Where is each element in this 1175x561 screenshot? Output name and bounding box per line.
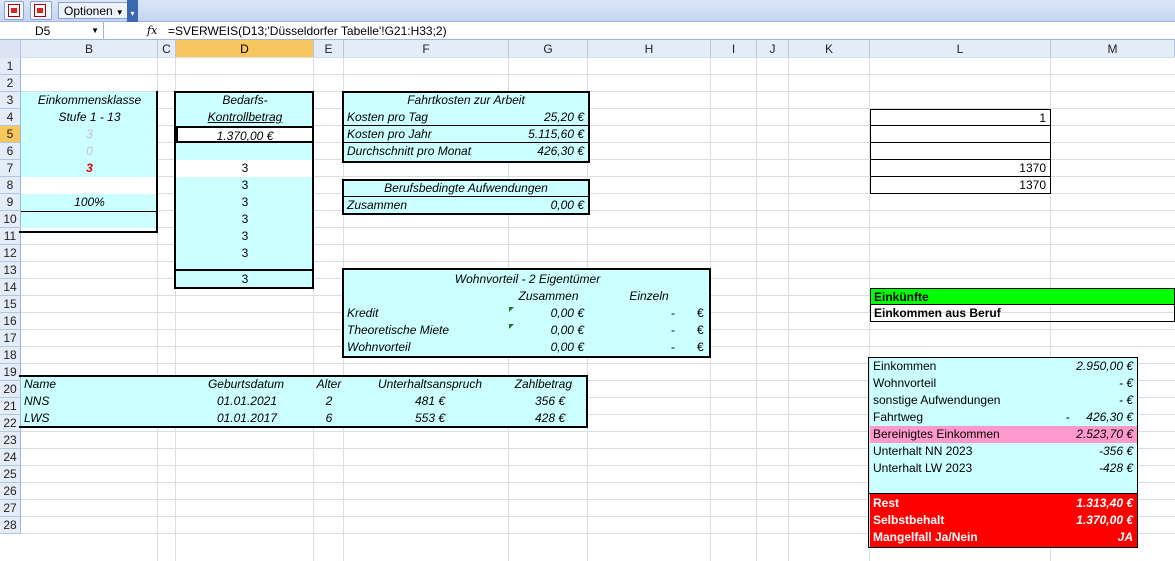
wohnvorteil-border [342,268,711,358]
pdf-button[interactable] [4,1,24,20]
row-header-25[interactable]: 25 [0,466,21,483]
row-header-24[interactable]: 24 [0,449,21,466]
einkommensklasse-divider [21,211,158,212]
column-header-h[interactable]: H [588,40,711,58]
column-header-c[interactable]: C [158,40,176,58]
row-header-18[interactable]: 18 [0,347,21,364]
row-header-15[interactable]: 15 [0,296,21,313]
l8-cell[interactable]: 1370 [870,177,1051,194]
row-header-13[interactable]: 13 [0,262,21,279]
row-header-2[interactable]: 2 [0,75,21,92]
name-box[interactable]: D5 ▼ [0,22,104,40]
column-header-m[interactable]: M [1051,40,1175,58]
row-header-23[interactable]: 23 [0,432,21,449]
l7-cell[interactable]: 1370 [870,160,1051,177]
row-header-8[interactable]: 8 [0,177,21,194]
row-header-16[interactable]: 16 [0,313,21,330]
gridline-row [21,74,1175,75]
pdf-settings-button[interactable] [30,1,52,20]
berufsbedingt-rule [344,196,588,197]
row-header-20[interactable]: 20 [0,381,21,398]
row-header-5[interactable]: 5 [0,126,21,143]
row-header-27[interactable]: 27 [0,500,21,517]
formula-bar: D5 ▼ fx =SVERWEIS(D13;'Düsseldorfer Tabel… [0,22,1175,40]
spreadsheet-window: { "toolbar":{"options_label":"Optionen",… [0,0,1175,561]
function-icon[interactable]: fx [147,22,157,40]
column-header-i[interactable]: I [711,40,757,58]
fahrtkosten-rule-1 [344,125,588,126]
column-header-l[interactable]: L [870,40,1051,58]
row-header-19[interactable]: 19 [0,364,21,381]
result-border [868,493,1138,548]
row-header-12[interactable]: 12 [0,245,21,262]
row-header-4[interactable]: 4 [0,109,21,126]
einkuenfte-header[interactable]: Einkünfte [870,288,1175,305]
row-header-1[interactable]: 1 [0,58,21,75]
name-box-value: D5 [35,24,51,38]
row-header-22[interactable]: 22 [0,415,21,432]
column-header-f[interactable]: F [344,40,509,58]
column-header-g[interactable]: G [509,40,588,58]
gridline-column [756,58,757,561]
pdf-icon [8,4,20,17]
row-header-9[interactable]: 9 [0,194,21,211]
row-header-10[interactable]: 10 [0,211,21,228]
row-header-26[interactable]: 26 [0,483,21,500]
summary-border [868,357,1138,495]
kinder-border [19,375,588,428]
select-all-corner[interactable] [0,40,21,58]
pdf-settings-icon [34,4,46,17]
fahrtkosten-border [342,91,590,163]
row-header-6[interactable]: 6 [0,143,21,160]
chevron-down-icon[interactable]: ▼ [91,22,99,40]
einkuenfte-subtitle[interactable]: Einkommen aus Beruf [870,305,1175,322]
l5-cell[interactable] [870,126,1051,143]
row-header-28[interactable]: 28 [0,517,21,534]
column-header-b[interactable]: B [21,40,158,58]
gridline-row [21,57,1175,58]
column-header-e[interactable]: E [314,40,344,58]
gridline-column [788,58,789,561]
options-label: Optionen [64,4,113,18]
row-header-7[interactable]: 7 [0,160,21,177]
toolbar-overflow-button[interactable]: ▾ [127,0,138,22]
toolbar: Optionen ▼ ▾ [0,0,1175,22]
column-header-d[interactable]: D [176,40,314,58]
row-header-17[interactable]: 17 [0,330,21,347]
formula-input[interactable]: =SVERWEIS(D13;'Düsseldorfer Tabelle'!G21… [168,22,447,40]
row-header-14[interactable]: 14 [0,279,21,296]
l4-cell[interactable]: 1 [870,109,1051,126]
column-header-j[interactable]: J [757,40,789,58]
chevron-down-icon: ▼ [115,8,124,17]
column-headers: B C D E F G H I J K L M [0,40,1175,58]
berufsbedingt-border [342,179,590,215]
row-header-3[interactable]: 3 [0,92,21,109]
fahrtkosten-rule-2 [344,142,588,143]
overflow-icon: ▾ [130,9,135,18]
row-header-21[interactable]: 21 [0,398,21,415]
l6-cell[interactable] [870,143,1051,160]
bedarf-border [174,91,314,289]
column-header-k[interactable]: K [789,40,870,58]
options-menu[interactable]: Optionen ▼ [58,2,130,19]
row-header-11[interactable]: 11 [0,228,21,245]
